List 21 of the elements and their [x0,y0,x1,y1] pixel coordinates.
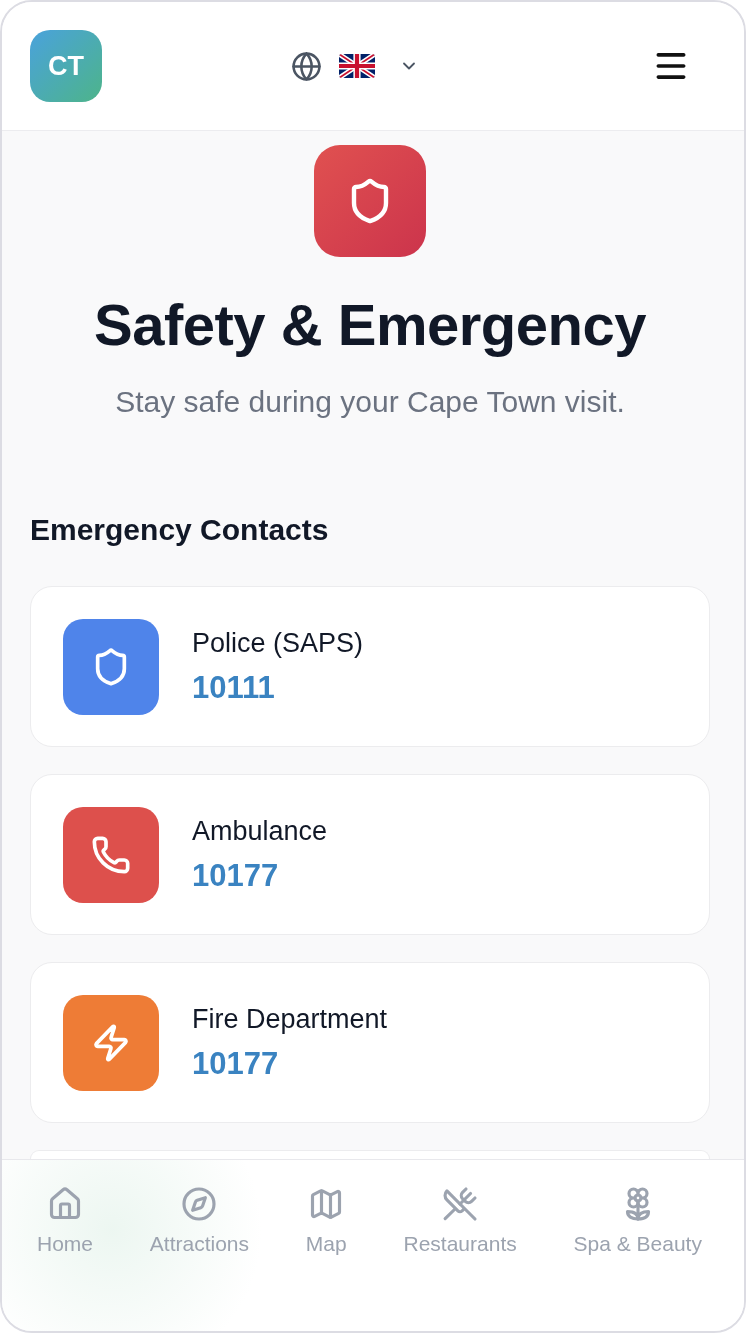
globe-icon [291,50,322,82]
section-heading: Emergency Contacts [30,512,330,548]
shield-icon [314,145,426,257]
nav-item[interactable]: Attractions [149,1186,250,1257]
contact-name: Police (SAPS) [192,626,364,659]
phone-number-link[interactable]: 10177 [192,1044,279,1083]
app-logo[interactable]: CT [30,30,102,102]
phone-number-link[interactable]: 10111 [192,668,275,707]
flag-icon [339,54,375,78]
nav-item[interactable]: Map [305,1186,347,1257]
contact-name: Fire Department [192,1002,388,1035]
compass-icon [181,1186,218,1222]
house-icon [47,1186,83,1222]
fork-knife-icon [442,1186,479,1222]
nav-item[interactable]: Restaurants [403,1186,517,1257]
page-subtitle: Stay safe during your Cape Town visit. [114,384,626,420]
page-title: Safety & Emergency [93,293,647,357]
contact-name: Ambulance [192,814,328,847]
nav-item[interactable]: Home [37,1186,94,1257]
nav-item[interactable]: Spa & Beauty [573,1186,702,1257]
phone-number-link[interactable]: 10177 [192,856,279,895]
